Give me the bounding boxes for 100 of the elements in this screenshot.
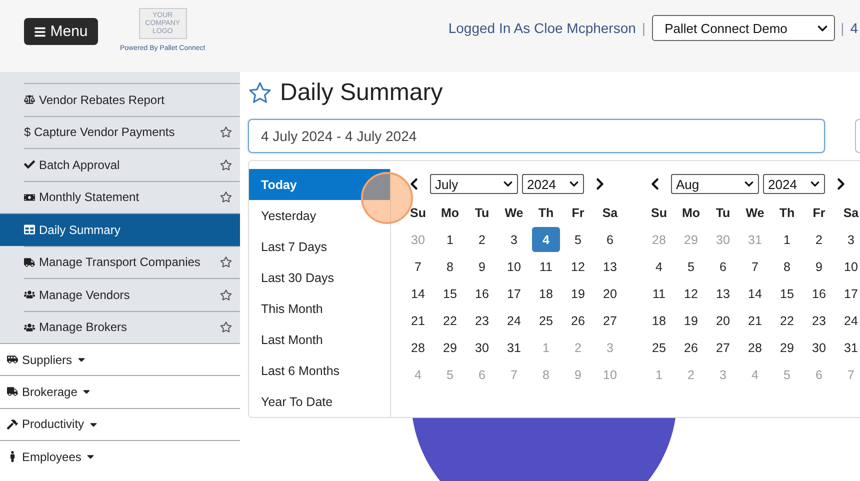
calendar-day[interactable]: 12 (677, 281, 705, 306)
star-icon[interactable] (220, 191, 232, 204)
range-option[interactable]: Yesterday (249, 200, 390, 231)
star-icon[interactable] (220, 256, 232, 268)
logged-in-text: Logged In As Cloe Mcpherson (448, 20, 636, 36)
calendar-day[interactable]: 4 (645, 254, 673, 279)
calendar-day[interactable]: 3 (837, 227, 860, 252)
calendar-day[interactable]: 22 (773, 308, 801, 333)
weekday-label: Mo (440, 204, 460, 222)
calendar-day[interactable]: 1 (436, 227, 464, 252)
calendar-day[interactable]: 8 (436, 254, 464, 279)
weekday-label: Fr (570, 204, 586, 222)
range-option[interactable]: Last 30 Days (249, 262, 390, 293)
calendar-day[interactable]: 9 (468, 254, 496, 279)
calendar-day[interactable]: 17 (837, 281, 860, 306)
range-option[interactable]: Year To Date (249, 386, 390, 417)
calendar-day[interactable]: 22 (436, 308, 464, 333)
calendar-day[interactable]: 26 (564, 308, 592, 333)
calendar-day[interactable]: 10 (837, 254, 860, 279)
star-icon[interactable] (220, 288, 232, 301)
calendar-day[interactable]: 13 (596, 254, 624, 279)
star-icon[interactable] (220, 158, 232, 171)
calendar-day[interactable]: 15 (773, 281, 801, 306)
calendar-day[interactable]: 19 (677, 308, 705, 333)
star-icon[interactable] (220, 321, 232, 334)
menu-button[interactable]: Menu (24, 18, 98, 45)
calendar-day[interactable]: 29 (436, 335, 464, 360)
calendar-day[interactable]: 21 (404, 308, 432, 333)
calendar-day[interactable]: 10 (500, 254, 528, 279)
scale-icon (24, 94, 35, 106)
page-title: Daily Summary (280, 79, 443, 107)
weekday-label: Mo (680, 204, 702, 222)
calendar-day[interactable]: 31 (837, 335, 860, 360)
range-option[interactable]: Last 6 Months (249, 355, 390, 386)
calendar-day[interactable]: 23 (468, 308, 496, 333)
calendar-day[interactable]: 25 (532, 308, 560, 333)
year-select[interactable]: 2024 (763, 174, 825, 194)
star-icon[interactable] (248, 81, 272, 105)
calendar-day[interactable]: 5 (564, 227, 592, 252)
star-icon[interactable] (220, 126, 232, 138)
company-select[interactable]: Pallet Connect Demo (652, 15, 835, 41)
calendar-day[interactable]: 11 (532, 254, 560, 279)
calendar-day[interactable]: 9 (805, 254, 833, 279)
calendar-day[interactable]: 28 (741, 335, 769, 360)
sidebar-item[interactable]: Suppliers (0, 343, 240, 376)
calendar-day[interactable]: 11 (645, 281, 673, 306)
calendar-day[interactable]: 18 (532, 281, 560, 306)
range-option[interactable]: Today (249, 169, 390, 200)
calendar-day[interactable]: 27 (596, 308, 624, 333)
chevron-down-icon (569, 179, 579, 189)
calendar-day[interactable]: 30 (805, 335, 833, 360)
calendar-day[interactable]: 28 (404, 335, 432, 360)
calendar-day[interactable]: 25 (645, 335, 673, 360)
calendar-day[interactable]: 7 (741, 254, 769, 279)
range-option[interactable]: This Month (249, 293, 390, 324)
month-select[interactable]: Aug (671, 174, 759, 194)
calendar-day[interactable]: 16 (468, 281, 496, 306)
month-select[interactable]: July (430, 174, 518, 194)
calendar-day[interactable]: 19 (564, 281, 592, 306)
calendar-day[interactable]: 27 (709, 335, 737, 360)
calendar-day[interactable]: 3 (500, 227, 528, 252)
date-range-field[interactable]: 4 July 2024 - 4 July 2024 (248, 119, 825, 153)
calendar-day[interactable]: 20 (709, 308, 737, 333)
sidebar-item[interactable]: Daily Summary (0, 213, 240, 246)
calendar-day[interactable]: 26 (677, 335, 705, 360)
header-text: 4 (850, 20, 858, 36)
weekday-label: We (504, 204, 524, 222)
check-icon (24, 159, 35, 170)
calendar-day[interactable]: 16 (805, 281, 833, 306)
calendar-day[interactable]: 5 (677, 254, 705, 279)
calendar-day[interactable]: 4 (532, 227, 560, 252)
calendar-day[interactable]: 23 (805, 308, 833, 333)
calendar-day[interactable]: 30 (468, 335, 496, 360)
calendar-day[interactable]: 1 (773, 227, 801, 252)
calendar-day[interactable]: 6 (709, 254, 737, 279)
calendar-day[interactable]: 24 (837, 308, 860, 333)
calendar-day[interactable]: 14 (741, 281, 769, 306)
calendar-day[interactable]: 12 (564, 254, 592, 279)
calendar-day[interactable]: 20 (596, 281, 624, 306)
calendar-day[interactable]: 21 (741, 308, 769, 333)
year-select[interactable]: 2024 (522, 174, 584, 194)
calendar-day[interactable]: 8 (773, 254, 801, 279)
weekday-label: Sa (601, 204, 619, 222)
calendar-day[interactable]: 13 (709, 281, 737, 306)
calendar-day[interactable]: 17 (500, 281, 528, 306)
calendar-day[interactable]: 6 (596, 227, 624, 252)
calendar-day[interactable]: 29 (773, 335, 801, 360)
calendar-day[interactable]: 14 (404, 281, 432, 306)
weekday-label: Th (537, 204, 555, 222)
banknote-icon (24, 192, 35, 203)
calendar-day[interactable]: 2 (468, 227, 496, 252)
range-option[interactable]: Last 7 Days (249, 231, 390, 262)
calendar-day[interactable]: 24 (500, 308, 528, 333)
calendar-day[interactable]: 7 (404, 254, 432, 279)
calendar-day[interactable]: 15 (436, 281, 464, 306)
calendar-day[interactable]: 31 (500, 335, 528, 360)
calendar-day[interactable]: 18 (645, 308, 673, 333)
calendar-day[interactable]: 2 (805, 227, 833, 252)
range-option[interactable]: Last Month (249, 324, 390, 355)
weekday-label: We (744, 204, 766, 222)
